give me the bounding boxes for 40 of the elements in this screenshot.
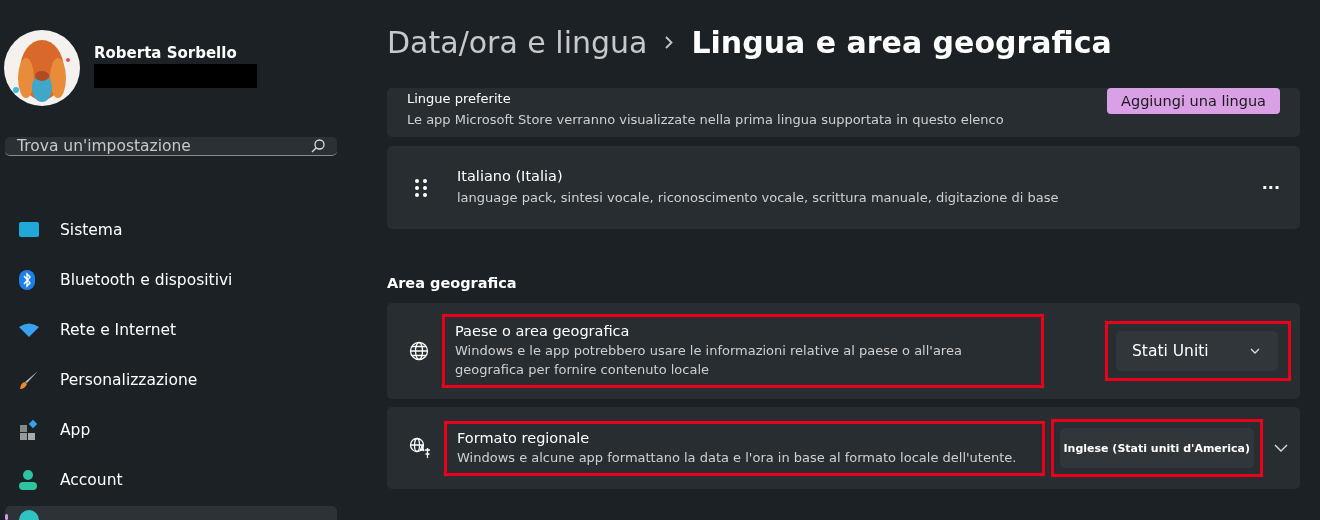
chevron-down-icon — [1250, 348, 1260, 354]
user-name: Roberta Sorbello — [94, 44, 238, 62]
wifi-icon — [19, 323, 39, 337]
language-format-icon — [409, 437, 431, 459]
language-features: language pack, sintesi vocale, riconoscimento vocale, scrittura manuale, digitazione di base — [457, 189, 1060, 207]
card-description: Le app Microsoft Store verranno visualizzate nella prima lingua supportata in questo elenco — [407, 111, 1005, 129]
dropdown[interactable]: Inglese (Stati uniti d'America) — [1059, 428, 1254, 468]
chevron-down-icon — [1274, 444, 1288, 452]
setting-description: Windows e alcune app formattano la data e l'ora in base al formato locale dell'utente. — [457, 448, 1018, 467]
setting-title: Paese o area geografica — [455, 323, 631, 339]
chevron-right-icon — [665, 35, 674, 49]
card-title: Lingue preferite — [407, 92, 512, 106]
sidebar-item[interactable]: Bluetooth e dispositivi — [5, 255, 337, 305]
more-options-button[interactable]: ··· — [1261, 178, 1280, 197]
bluetooth-icon — [19, 270, 35, 290]
globe-icon — [409, 341, 429, 361]
person-icon — [19, 470, 37, 490]
section-heading: Area geografica — [387, 275, 518, 291]
dropdown[interactable]: Stati Uniti — [1116, 331, 1278, 371]
expand-button[interactable] — [1274, 444, 1288, 452]
sidebar-item[interactable]: Sistema — [5, 205, 337, 255]
sidebar-item[interactable]: Rete e Internet — [5, 305, 337, 355]
page-title: Lingua e area geografica — [691, 24, 1112, 60]
breadcrumb-link[interactable]: Data/ora e lingua — [387, 24, 648, 60]
add-language-button[interactable]: Aggiungi una lingua — [1107, 87, 1280, 114]
sidebar-item[interactable]: App — [5, 405, 337, 455]
sidebar-item[interactable]: Account — [5, 455, 337, 505]
setting-title: Formato regionale — [457, 429, 591, 446]
search-icon — [311, 139, 325, 153]
brush-icon — [19, 370, 39, 390]
language-name: Italiano (Italia) — [457, 168, 564, 184]
search-field[interactable]: Trova un'impostazione — [5, 137, 337, 156]
setting-description: Windows e le app potrebbero usare le informazioni relative al paese o all'area geografica per fornire contenuto locale — [455, 342, 963, 379]
monitor-icon — [19, 222, 39, 238]
sidebar-item[interactable]: Personalizzazione — [5, 355, 337, 405]
sidebar-item[interactable] — [5, 506, 337, 520]
drag-handle-icon[interactable] — [415, 178, 427, 197]
globe-clock-icon — [19, 510, 39, 520]
language-card[interactable]: Italiano (Italia) language pack, sintesi vocale, riconoscimento vocale, scrittura manuale, digitazione di base ··· — [387, 146, 1300, 229]
apps-icon — [19, 420, 39, 440]
